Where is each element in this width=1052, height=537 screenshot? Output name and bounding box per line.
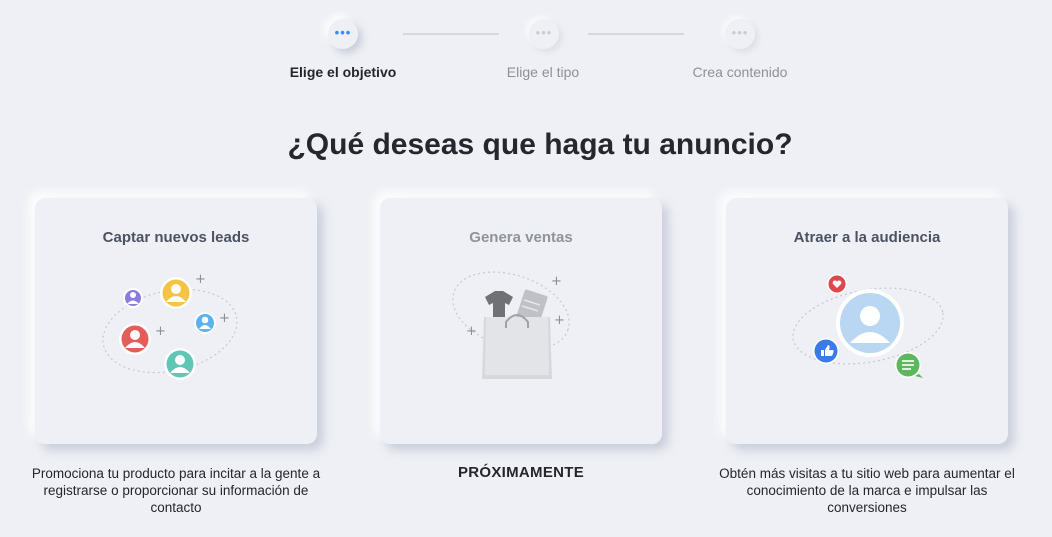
card-captar-leads[interactable]: Captar nuevos leads + + +	[35, 198, 317, 444]
dots-icon: •••	[535, 24, 553, 40]
coming-soon-label: PRÓXIMAMENTE	[457, 464, 585, 481]
card-atraer-audiencia[interactable]: Atraer a la audiencia	[726, 198, 1008, 444]
card-audiencia-description: Obtén más visitas a tu sitio web para au…	[719, 466, 1015, 515]
dots-icon: •••	[731, 24, 749, 40]
step-2-indicator[interactable]: •••	[529, 19, 559, 49]
like-icon	[813, 338, 839, 364]
heart-icon	[827, 274, 847, 294]
step-1-label[interactable]: Elige el objetivo	[282, 64, 404, 80]
svg-text:+: +	[195, 272, 206, 287]
step-connector	[403, 33, 499, 35]
svg-text:+: +	[551, 274, 562, 289]
step-connector	[588, 33, 684, 35]
svg-text:+: +	[155, 324, 166, 339]
svg-text:+: +	[219, 311, 230, 326]
step-3-label[interactable]: Crea contenido	[680, 64, 800, 80]
dots-icon: •••	[334, 24, 352, 40]
svg-text:+: +	[466, 324, 477, 339]
shopping-bag-icon: + + +	[452, 271, 570, 379]
comment-icon	[895, 352, 923, 378]
step-3-indicator[interactable]: •••	[725, 19, 755, 49]
svg-text:+: +	[554, 313, 565, 328]
step-2-label[interactable]: Elige el tipo	[483, 64, 603, 80]
page-title: ¿Qué deseas que haga tu anuncio?	[287, 128, 793, 161]
audience-engagement-icon	[792, 274, 944, 378]
people-network-icon: + + +	[102, 272, 238, 380]
card-leads-description: Promociona tu producto para incitar a la…	[31, 466, 321, 515]
step-1-indicator[interactable]: •••	[328, 19, 358, 49]
card-genera-ventas[interactable]: Genera ventas + + +	[380, 198, 662, 444]
